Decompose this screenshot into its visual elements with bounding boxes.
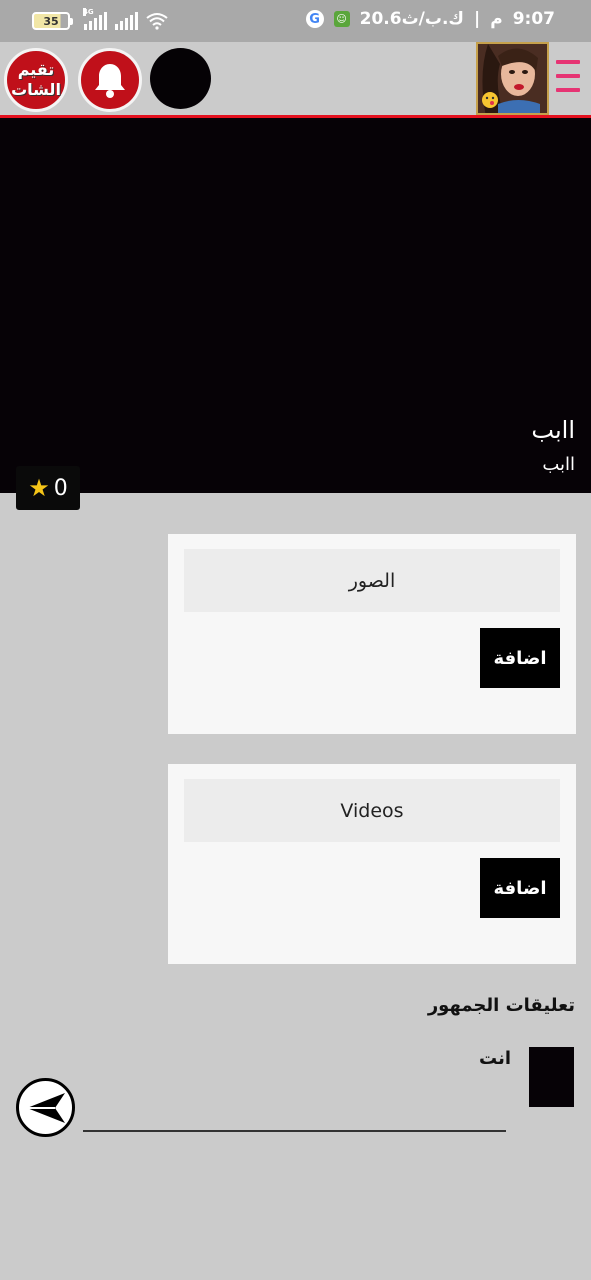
speed-value: 20.6 xyxy=(359,9,402,29)
menu-bar xyxy=(556,60,580,64)
videos-card: Videos اضافة xyxy=(168,764,576,964)
profile-avatar[interactable] xyxy=(476,42,549,115)
rate-chat-line1: تقيم xyxy=(17,60,55,79)
profile-subtitle: اابب xyxy=(542,454,575,475)
comment-user-label: انت xyxy=(479,1048,511,1069)
signal-icon-2 xyxy=(115,12,138,30)
app-header: تقيم الشات xyxy=(0,42,591,118)
comment-input[interactable] xyxy=(83,1100,506,1132)
profile-photo xyxy=(478,44,547,113)
photos-card-header[interactable]: الصور xyxy=(184,549,560,612)
menu-bar xyxy=(556,74,580,78)
cover-image: اابب اابب xyxy=(0,118,591,493)
signal-icon: 4G xyxy=(83,8,107,30)
star-icon: ★ xyxy=(28,474,50,502)
google-icon: G xyxy=(305,10,324,28)
send-comment-button[interactable] xyxy=(16,1078,75,1137)
notifications-button[interactable] xyxy=(78,48,142,112)
rate-chat-button[interactable]: تقيم الشات xyxy=(4,48,68,112)
app-notification-icon: ☺ xyxy=(333,11,350,27)
network-tag: 4G xyxy=(83,8,94,16)
rate-chat-line2: الشات xyxy=(11,80,61,99)
battery-icon: 35 xyxy=(32,12,73,30)
send-icon xyxy=(26,1092,65,1123)
battery-level: 35 xyxy=(43,14,59,28)
status-left: 35 4G xyxy=(32,8,168,30)
am-pm: م xyxy=(490,9,503,29)
status-right: G ☺ ك.ب/ث20.6 | م 9:07 xyxy=(305,9,555,29)
add-photo-button[interactable]: اضافة xyxy=(480,628,560,688)
clock: 9:07 xyxy=(512,9,555,29)
photos-card: الصور اضافة xyxy=(168,534,576,734)
network-speed: ك.ب/ث20.6 xyxy=(360,9,464,29)
videos-card-header[interactable]: Videos xyxy=(184,779,560,842)
divider: | xyxy=(474,9,481,29)
wifi-icon xyxy=(146,13,168,30)
rating-badge[interactable]: ★ 0 xyxy=(16,466,80,510)
comments-heading: تعليقات الجمهور xyxy=(427,995,575,1016)
menu-bar xyxy=(556,88,580,92)
add-video-button[interactable]: اضافة xyxy=(480,858,560,918)
status-bar: 35 4G G ☺ ك.ب/ث20.6 | م 9:07 xyxy=(0,0,591,42)
speed-unit: ك.ب/ث xyxy=(401,9,465,29)
hamburger-menu-button[interactable] xyxy=(556,60,580,92)
comment-user-avatar xyxy=(529,1047,574,1107)
bell-icon xyxy=(95,64,125,98)
profile-name: اابب xyxy=(531,416,575,444)
rating-value: 0 xyxy=(53,475,68,501)
user-status-circle[interactable] xyxy=(150,48,211,109)
